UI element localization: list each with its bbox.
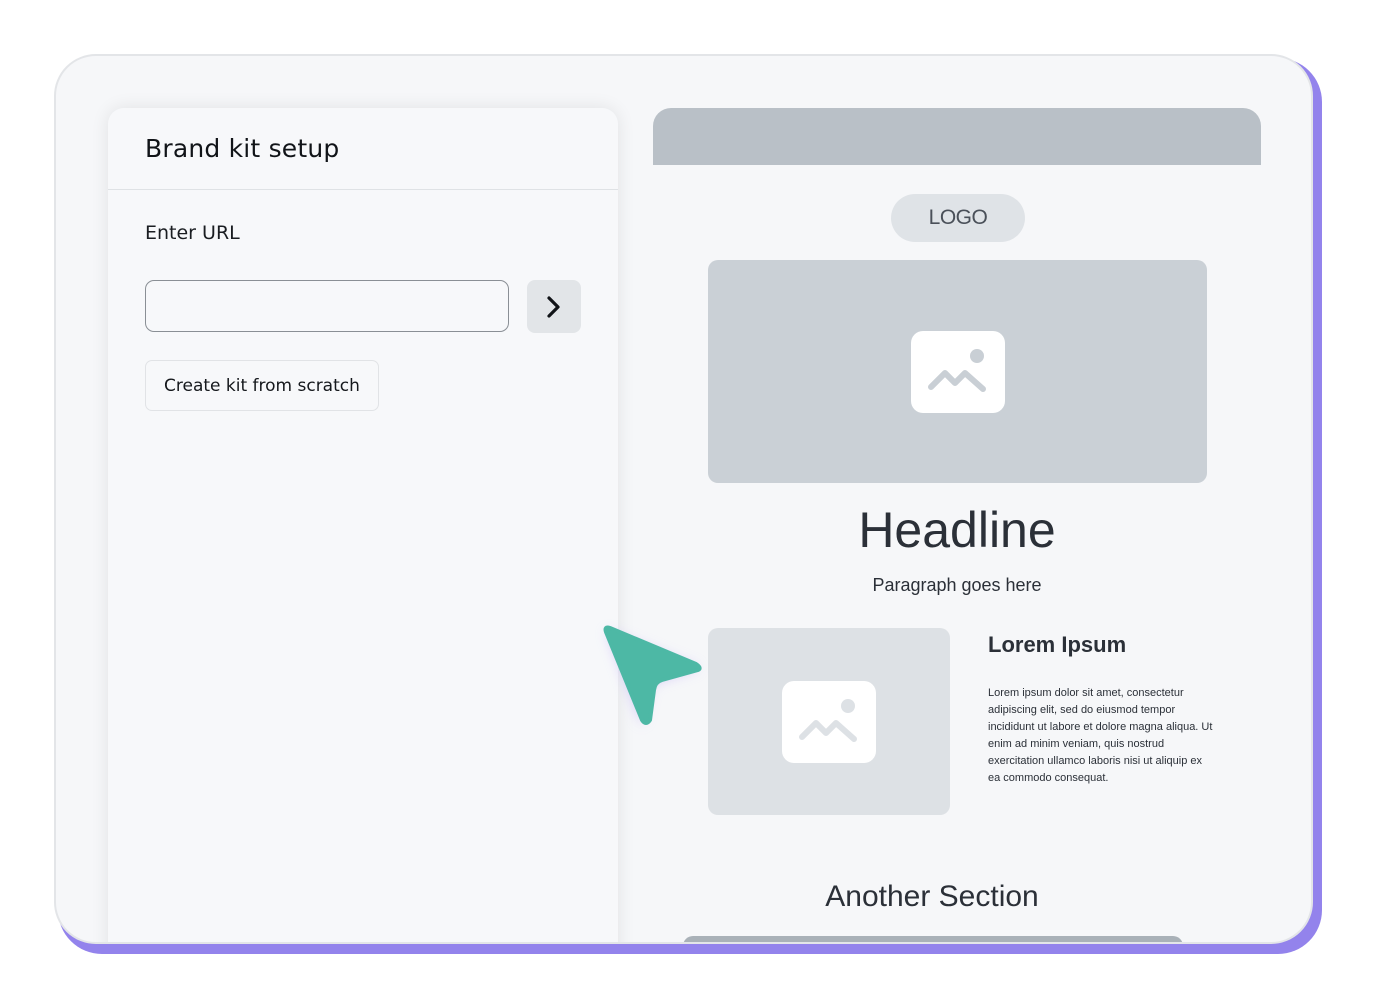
paragraph: Paragraph goes here xyxy=(872,575,1042,595)
preview-header-bar xyxy=(653,108,1261,165)
section-bar-placeholder xyxy=(683,936,1183,942)
url-input[interactable] xyxy=(145,280,509,332)
image-icon xyxy=(782,680,876,763)
pointer-cursor-icon xyxy=(603,625,702,726)
image-icon xyxy=(910,330,1005,413)
brand-kit-panel: Brand kit setup Enter URL Create kit fro… xyxy=(108,108,618,942)
logo-placeholder: LOGO xyxy=(891,194,1025,242)
headline: Headline xyxy=(858,502,1056,558)
url-label: Enter URL xyxy=(145,222,240,244)
card-title: Lorem Ipsum xyxy=(988,632,1127,657)
panel-title: Brand kit setup xyxy=(145,134,340,163)
create-from-scratch-button[interactable]: Create kit from scratch xyxy=(145,360,379,411)
card-image-placeholder xyxy=(708,628,950,815)
chevron-right-icon xyxy=(547,295,560,318)
panel-header: Brand kit setup xyxy=(108,108,618,190)
brand-preview: LOGO Headline Paragraph goes here Lorem … xyxy=(653,108,1261,942)
card-text: Lorem ipsum dolor sit amet, consectetur … xyxy=(988,687,1213,784)
app-window: Brand kit setup Enter URL Create kit fro… xyxy=(54,54,1313,944)
submit-url-button[interactable] xyxy=(527,280,581,333)
section-title: Another Section xyxy=(825,880,1039,913)
hero-image-placeholder xyxy=(708,260,1207,483)
